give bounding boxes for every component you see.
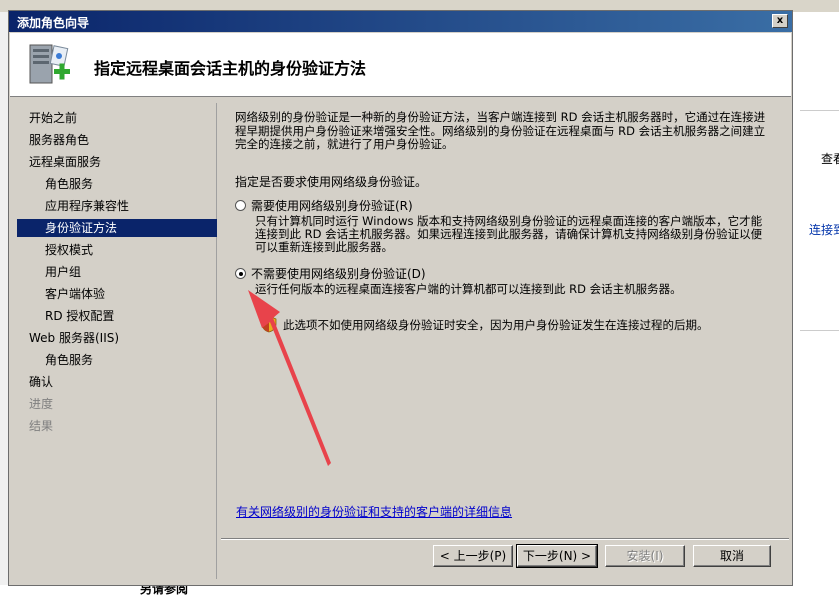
prompt-text: 指定是否要求使用网络级身份验证。	[235, 175, 428, 189]
radio-require-nla-label[interactable]: 需要使用网络级别身份验证(R)	[251, 199, 413, 213]
nav-item[interactable]: 远程桌面服务	[17, 153, 217, 171]
nav-item[interactable]: 用户组	[17, 263, 217, 281]
nav-item[interactable]: 开始之前	[17, 109, 217, 127]
background-connect-link[interactable]: 连接到	[809, 221, 839, 238]
nav-item[interactable]: 角色服务	[17, 351, 217, 369]
background-bottom-strip	[0, 585, 839, 599]
radio-no-require-nla-control[interactable]	[235, 268, 246, 279]
wizard-nav: 开始之前 服务器角色 远程桌面服务 角色服务 应用程序兼容性 身份验证方法 授权模式 用户组客…	[17, 103, 217, 579]
radio-require-nla[interactable]: 需要使用网络级别身份验证(R)	[235, 197, 413, 214]
radio-require-nla-control[interactable]	[235, 200, 246, 211]
wizard-header: 指定远程桌面会话主机的身份验证方法	[10, 33, 791, 97]
background-left-strip	[0, 12, 8, 599]
content-area: 网络级别的身份验证是一种新的身份验证方法，当客户端连接到 RD 会话主机服务器时…	[235, 110, 775, 511]
background-divider	[800, 110, 839, 111]
nav-item[interactable]: RD 授权配置	[17, 307, 217, 325]
nav-item[interactable]: 应用程序兼容性	[17, 197, 217, 215]
button-separator	[221, 538, 789, 540]
install-button: 安装(I)	[605, 545, 685, 567]
close-button[interactable]: x	[772, 14, 788, 28]
radio-no-require-nla[interactable]: 不需要使用网络级别身份验证(D)	[235, 265, 426, 282]
nav-item[interactable]: 确认	[17, 373, 217, 391]
back-button[interactable]: < 上一步(P)	[433, 545, 513, 567]
close-icon: x	[776, 15, 784, 26]
security-warning: 此选项不如使用网络级身份验证时安全，因为用户身份验证发生在连接过程的后期。	[261, 315, 709, 333]
background-divider	[800, 330, 839, 331]
no-require-nla-description: 运行任何版本的远程桌面连接客户端的计算机都可以连接到此 RD 会话主机服务器。	[255, 282, 682, 296]
nav-item[interactable]: 身份验证方法	[17, 219, 217, 237]
radio-no-require-nla-label[interactable]: 不需要使用网络级别身份验证(D)	[251, 267, 426, 281]
nav-item: 结果	[29, 419, 54, 433]
add-roles-wizard-dialog: 添加角色向导 x 指定远程桌面会话主机的身份验证方法 开始之前服务器角色远程桌面…	[8, 10, 793, 586]
nav-item[interactable]: 客户端体验	[17, 285, 217, 303]
background-view-text[interactable]: 查看	[821, 150, 839, 167]
nav-item[interactable]: 授权模式	[17, 241, 217, 259]
title-bar[interactable]: 添加角色向导 x	[9, 11, 792, 32]
background-right-panel	[792, 12, 839, 599]
nav-item[interactable]: Web 服务器(IIS)	[17, 329, 217, 347]
nav-item[interactable]: 服务器角色	[17, 131, 217, 149]
shield-warning-icon	[261, 315, 277, 333]
nla-info-link[interactable]: 有关网络级别的身份验证和支持的客户端的详细信息	[236, 503, 512, 520]
cancel-button[interactable]: 取消	[693, 545, 771, 567]
next-button[interactable]: 下一步(N) >	[516, 544, 598, 568]
intro-text: 网络级别的身份验证是一种新的身份验证方法，当客户端连接到 RD 会话主机服务器时…	[235, 110, 766, 151]
server-add-icon	[29, 44, 70, 84]
dialog-title: 添加角色向导	[17, 16, 90, 30]
security-warning-text: 此选项不如使用网络级身份验证时安全，因为用户身份验证发生在连接过程的后期。	[283, 318, 709, 332]
nav-item: 进度	[29, 397, 54, 411]
require-nla-description: 只有计算机同时运行 Windows 版本和支持网络级别身份验证的远程桌面连接的客…	[255, 214, 763, 254]
nav-item[interactable]: 角色服务	[17, 175, 217, 193]
page-title: 指定远程桌面会话主机的身份验证方法	[94, 59, 367, 78]
